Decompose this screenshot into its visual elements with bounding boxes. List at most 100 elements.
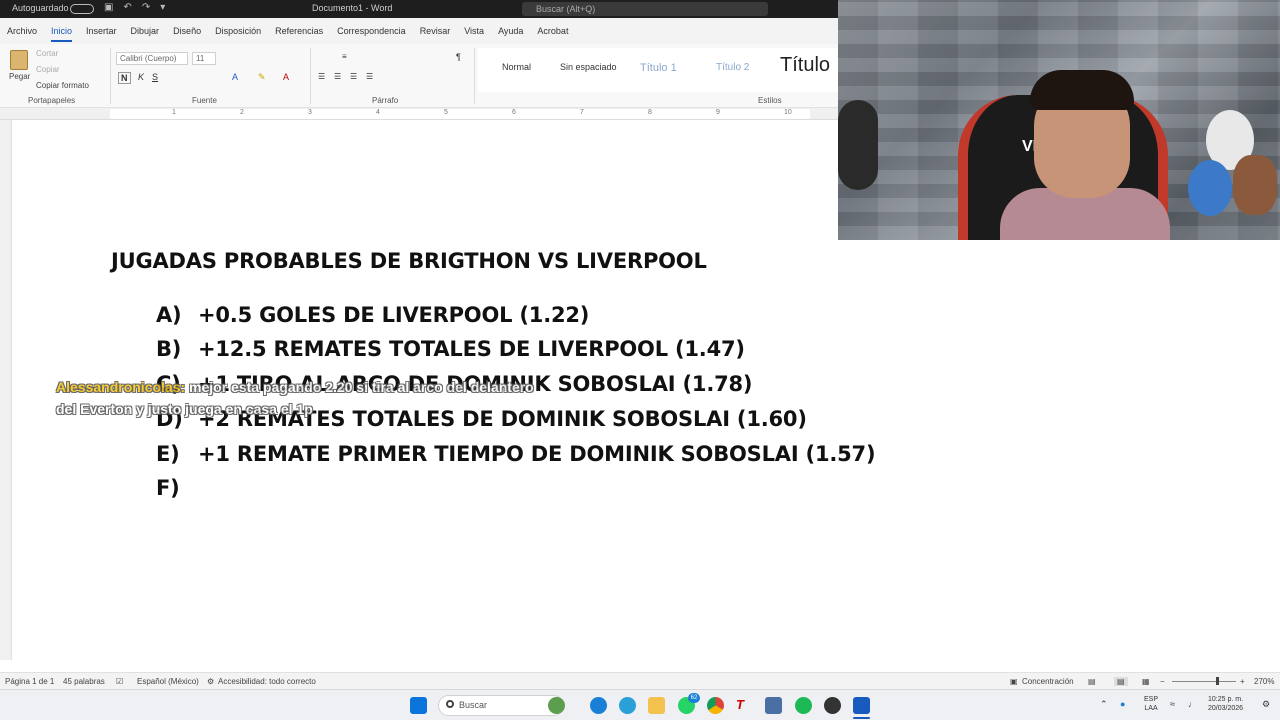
style-normal[interactable]: Normal (502, 62, 531, 72)
chat-overlay: Alessandronicolas: mejor esta pagando 2.… (56, 376, 556, 420)
windows-start-icon[interactable] (410, 697, 427, 714)
language-status[interactable]: Español (México) (137, 677, 199, 686)
taskbar: Buscar 62 T ⌃ ● ESP LAA ≈ ♩ 10:25 p. m. … (0, 689, 1280, 720)
format-painter-button[interactable]: Copiar formato (36, 81, 89, 90)
widgets-icon[interactable] (548, 697, 565, 714)
underline-button[interactable]: S (152, 72, 158, 82)
redo-icon[interactable]: ↷ (142, 2, 150, 13)
proofing-icon[interactable]: ☑ (116, 677, 123, 686)
volume-icon[interactable]: ♩ (1188, 700, 1197, 709)
document-title: Documento1 - Word (312, 3, 393, 13)
zoom-out-icon[interactable]: − (1160, 677, 1165, 686)
paste-button[interactable]: Pegar (9, 72, 30, 81)
print-layout-icon[interactable]: ▤ (1114, 677, 1128, 686)
document-heading: JUGADAS PROBABLES DE BRIGTHON VS LIVERPO… (111, 249, 707, 273)
fan (838, 100, 878, 190)
bold-button[interactable]: N (118, 72, 131, 84)
text-effects-icon[interactable]: A (232, 72, 238, 82)
edge-icon[interactable] (590, 697, 607, 714)
ribbon: Pegar Cortar Copiar Copiar formato Porta… (0, 44, 838, 108)
calculator-icon[interactable] (765, 697, 782, 714)
tab-revisar[interactable]: Revisar (413, 26, 458, 36)
obs-icon[interactable] (824, 697, 841, 714)
read-mode-icon[interactable]: ▤ (1088, 677, 1096, 686)
tab-vista[interactable]: Vista (457, 26, 491, 36)
search-input[interactable]: Buscar (Alt+Q) (522, 2, 768, 16)
word-window: Autoguardado ▣ ↶ ↷ ▾ Documento1 - Word B… (0, 0, 1280, 720)
person-hair (1030, 70, 1134, 110)
tab-inicio[interactable]: Inicio (44, 26, 79, 42)
ribbon-tabs: Archivo Inicio Insertar Dibujar Diseño Dispos… (0, 18, 838, 44)
ruler-number: 7 (580, 109, 584, 116)
italic-button[interactable]: K (138, 72, 144, 82)
taskbar-search[interactable]: Buscar (438, 695, 564, 716)
tab-referencias[interactable]: Referencias (268, 26, 330, 36)
font-size-select[interactable]: 11 (192, 52, 216, 65)
web-layout-icon[interactable]: ▦ (1142, 677, 1150, 686)
align-center-icon[interactable]: ☰ (334, 72, 341, 81)
tab-acrobat[interactable]: Acrobat (530, 26, 575, 36)
list-item: F) (156, 476, 198, 500)
highlight-icon[interactable]: ✎ (258, 72, 266, 83)
list-item-letter: B) (156, 337, 182, 361)
tab-dibujar[interactable]: Dibujar (124, 26, 167, 36)
word-icon[interactable] (853, 697, 870, 714)
page-count[interactable]: Página 1 de 1 (5, 677, 54, 686)
align-right-icon[interactable]: ☰ (350, 72, 357, 81)
justify-icon[interactable]: ☰ (366, 72, 373, 81)
chevron-down-icon[interactable]: ▾ (160, 2, 165, 13)
tab-archivo[interactable]: Archivo (0, 26, 44, 36)
list-item-letter: E) (156, 442, 180, 466)
save-icon[interactable]: ▣ (104, 2, 113, 13)
word-count[interactable]: 45 palabras (63, 677, 105, 686)
focus-button[interactable]: Concentración (1022, 677, 1074, 686)
webcam-overlay: VI (838, 0, 1280, 240)
microphone-icon[interactable]: ● (1120, 700, 1125, 709)
style-title[interactable]: Título (780, 54, 830, 77)
accessibility-status[interactable]: Accesibilidad: todo correcto (218, 677, 316, 686)
notifications-icon[interactable]: ⚙ (1262, 700, 1270, 709)
telegram-icon[interactable] (619, 697, 636, 714)
tab-insertar[interactable]: Insertar (79, 26, 124, 36)
undo-icon[interactable]: ↶ (123, 2, 131, 13)
font-name-select[interactable]: Calibri (Cuerpo) (116, 52, 188, 65)
align-left-icon[interactable]: ☰ (318, 72, 325, 81)
ruler-number: 2 (240, 109, 244, 116)
autosave-toggle[interactable] (70, 4, 94, 14)
zoom-level[interactable]: 270% (1254, 677, 1274, 686)
bullets-icon[interactable]: ≡ (342, 52, 347, 61)
search-icon (446, 700, 454, 708)
ruler-number: 5 (444, 109, 448, 116)
tab-correspondencia[interactable]: Correspondencia (330, 26, 413, 36)
spotify-icon[interactable] (795, 697, 812, 714)
style-heading1[interactable]: Título 1 (640, 62, 677, 74)
clock[interactable]: 10:25 p. m. 20/03/2026 (1208, 695, 1243, 713)
language-indicator[interactable]: ESP LAA (1144, 695, 1158, 713)
chevron-up-icon[interactable]: ⌃ (1100, 700, 1108, 709)
style-heading2[interactable]: Título 2 (716, 62, 749, 73)
copy-button[interactable]: Copiar (36, 65, 60, 74)
typora-icon[interactable]: T (736, 697, 753, 714)
file-explorer-icon[interactable] (648, 697, 665, 714)
clipboard-group-label: Portapapeles (28, 96, 76, 105)
ribbon-divider (474, 48, 475, 104)
pilcrow-icon[interactable]: ¶ (456, 52, 461, 62)
ribbon-divider (310, 48, 311, 104)
font-color-icon[interactable]: A (283, 72, 289, 82)
cut-button[interactable]: Cortar (36, 49, 58, 58)
language-code: ESP (1144, 696, 1159, 703)
tab-ayuda[interactable]: Ayuda (491, 26, 530, 36)
chrome-icon[interactable] (707, 697, 724, 714)
zoom-slider[interactable] (1172, 681, 1236, 682)
paste-icon[interactable] (10, 50, 28, 70)
zoom-in-icon[interactable]: + (1240, 677, 1245, 686)
horizontal-ruler[interactable]: 1 2 3 4 5 6 7 8 9 10 (0, 108, 838, 120)
tab-disposici-n[interactable]: Disposición (208, 26, 268, 36)
tab-dise-o[interactable]: Diseño (166, 26, 208, 36)
style-no-spacing[interactable]: Sin espaciado (560, 62, 617, 72)
list-item: E) +1 REMATE PRIMER TIEMPO DE DOMINIK SOB… (156, 442, 876, 466)
ruler-active-area: 1 2 3 4 5 6 7 8 9 10 (110, 109, 810, 119)
zoom-slider-thumb[interactable] (1216, 677, 1219, 685)
list-item-text: +1 REMATE PRIMER TIEMPO DE DOMINIK SOBOS… (198, 442, 876, 466)
network-icon[interactable]: ≈ (1170, 700, 1175, 709)
